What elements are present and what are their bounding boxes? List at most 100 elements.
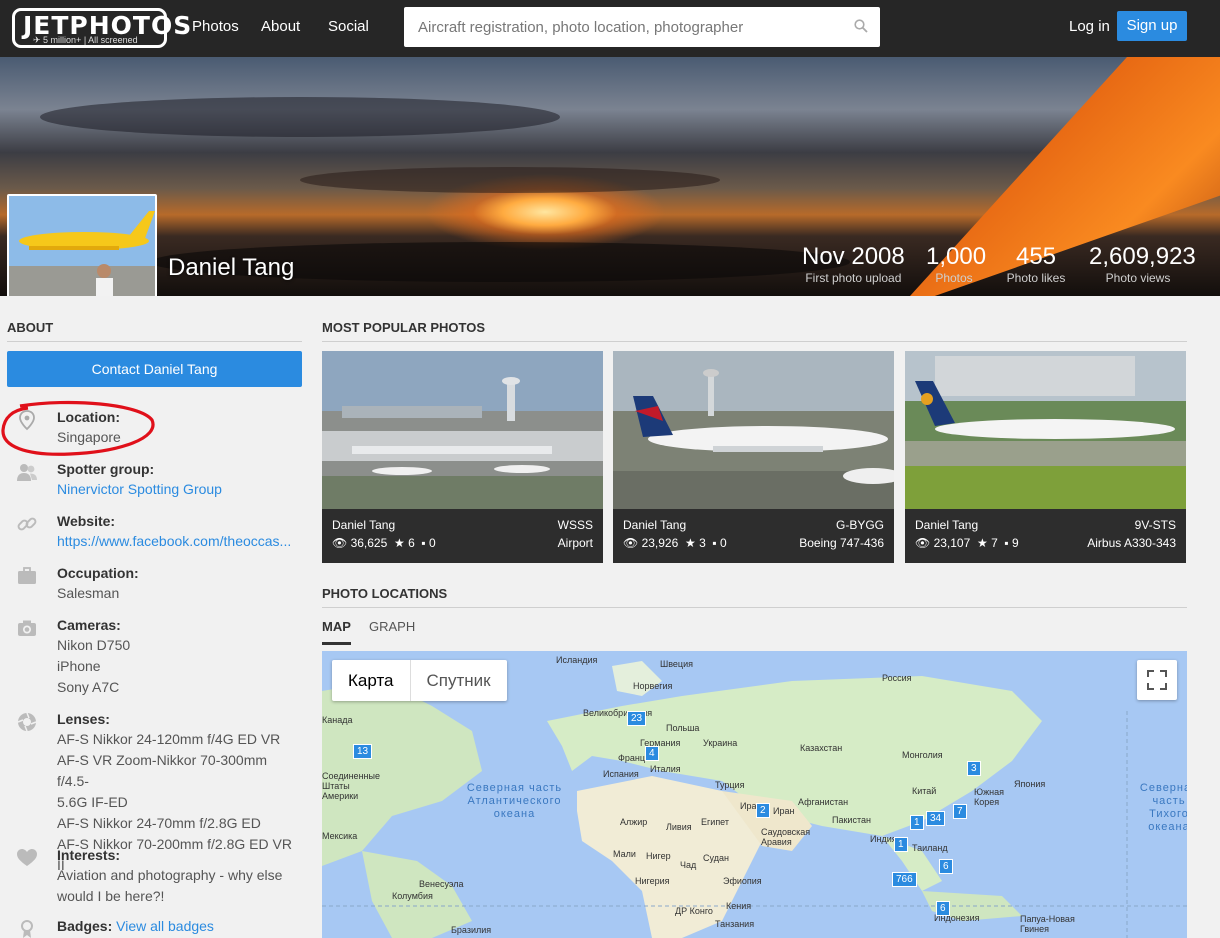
map-label: Италия [650,764,681,774]
map-label: Польша [666,723,700,733]
map-type-satellite[interactable]: Спутник [409,660,507,701]
fullscreen-button[interactable] [1137,660,1177,700]
photo-subtitle[interactable]: Airport [558,536,593,550]
map-label: Турция [715,780,745,790]
map-label: Испания [603,769,639,779]
map-label: Египет [701,817,730,827]
interests-text: Aviation and photography - why else woul… [57,865,302,907]
ocean-label: Северная часть Атлантического океана [466,782,563,820]
map-type-map[interactable]: Карта [332,660,410,701]
map-cluster-marker[interactable]: 766 [892,872,917,887]
top-navbar: JETPHOTOS ✈ 5 million+ | All screened Ph… [0,0,1220,57]
map-label: Афганистан [798,797,849,807]
map-label: Исландия [556,655,598,665]
map-cluster-marker[interactable]: 13 [353,744,373,759]
heart-icon [17,849,37,866]
map-cluster-marker[interactable]: 2 [756,803,770,818]
occupation-value: Salesman [57,585,120,601]
map-pin-icon [19,410,35,431]
ocean-label: Северная часть Тихого океана [1139,782,1187,833]
comment-icon: ▪ [421,536,426,550]
location-label: Location: [57,409,120,425]
map-cluster-marker[interactable]: 6 [939,859,953,874]
photo-code[interactable]: 9V-STS [1135,518,1176,532]
map-label: Бразилия [451,925,492,935]
map-label: Саудовская Аравия [761,827,811,847]
view-badges-link[interactable]: View all badges [116,918,214,934]
map-label: Индия [870,834,897,844]
photo-card[interactable]: Daniel Tang WSSS 👁 36,625 ★ 6 ▪ 0 Airpor… [322,351,603,563]
photo-card[interactable]: Daniel Tang G-BYGG 👁 23,926 ★ 3 ▪ 0 Boei… [613,351,894,563]
map-label: Россия [882,673,912,683]
photo-photographer[interactable]: Daniel Tang [332,518,395,532]
map-label: Ливия [666,822,692,832]
nav-about[interactable]: About [261,18,300,35]
map-label: Нигер [646,851,671,861]
photo-airbus-a330 [905,351,1186,509]
tab-graph[interactable]: GRAPH [369,619,415,634]
search-input[interactable] [404,7,844,47]
map-cluster-marker[interactable]: 6 [936,901,950,916]
spotter-group-link[interactable]: Ninervictor Spotting Group [57,479,222,500]
tab-map[interactable]: MAP [322,619,351,645]
map-label: Китай [912,786,937,796]
map-label: Колумбия [392,891,433,901]
map-cluster-marker[interactable]: 1 [894,837,908,852]
map-label: Таиланд [912,843,948,853]
photo-subtitle[interactable]: Boeing 747-436 [799,536,884,550]
interests-line: Aviation and photography - why else [57,867,283,883]
search-box [404,7,880,47]
eye-icon: 👁 [915,536,931,550]
cloud-band [300,167,720,193]
map-cluster-marker[interactable]: 7 [953,804,967,819]
photo-locations-map[interactable]: Карта Спутник Исландия Швеция Норвегия Р… [322,651,1187,938]
jetphotos-logo[interactable]: JETPHOTOS ✈ 5 million+ | All screened [12,8,191,48]
photo-subtitle[interactable]: Airbus A330-343 [1087,536,1176,550]
website-link[interactable]: https://www.facebook.com/theoccas... [57,531,302,552]
map-label: Казахстан [800,743,843,753]
briefcase-icon [18,567,36,584]
map-label: Канада [322,715,353,725]
map-label: Алжир [620,817,648,827]
signup-button[interactable]: Sign up [1117,11,1187,41]
nav-social[interactable]: Social [328,18,369,35]
logo-tagline: ✈ 5 million+ | All screened [33,35,138,45]
occupation-label: Occupation: [57,565,139,581]
photo-photographer[interactable]: Daniel Tang [623,518,686,532]
photo-stats: 👁 23,926 ★ 3 ▪ 0 [623,536,727,550]
photo-stats: 👁 23,107 ★ 7 ▪ 9 [915,536,1019,550]
map-type-control: Карта Спутник [332,660,507,701]
cameras-list: Nikon D750 iPhone Sony A7C [57,635,130,698]
badge-icon [21,920,33,938]
map-label: Папуа-Новая Гвинея [1020,914,1075,934]
photo-airport [322,351,603,509]
contact-button[interactable]: Contact Daniel Tang [7,351,302,387]
map-label: Япония [1014,779,1046,789]
search-icon[interactable] [854,19,868,33]
photo-code[interactable]: WSSS [558,518,593,532]
avatar [7,194,157,296]
map-cluster-marker[interactable]: 23 [627,711,647,726]
map-label: Эфиопия [723,876,762,886]
photo-card[interactable]: Daniel Tang 9V-STS 👁 23,107 ★ 7 ▪ 9 Airb… [905,351,1186,563]
photo-info: Daniel Tang 9V-STS 👁 23,107 ★ 7 ▪ 9 Airb… [905,509,1186,563]
spotter-group-label: Spotter group: [57,461,155,477]
stat-photos: 1,000 Photos [926,243,987,285]
map-cluster-marker[interactable]: 1 [910,815,924,830]
login-link[interactable]: Log in [1069,18,1110,35]
map-label: Мексика [322,831,358,841]
map-label: Нигерия [635,876,670,886]
photo-photographer[interactable]: Daniel Tang [915,518,978,532]
camera-item: Nikon D750 [57,637,131,653]
locations-heading: PHOTO LOCATIONS [322,586,1187,608]
nav-photos[interactable]: Photos [192,18,239,35]
avatar-photo [9,196,155,296]
eye-icon: 👁 [332,536,348,550]
map-cluster-marker[interactable]: 4 [645,746,659,761]
map-cluster-marker[interactable]: 3 [967,761,981,776]
photo-code[interactable]: G-BYGG [836,518,884,532]
camera-item: Sony A7C [57,679,120,695]
photo-stats: 👁 36,625 ★ 6 ▪ 0 [332,536,436,550]
map-label: Монголия [902,750,943,760]
map-cluster-marker[interactable]: 34 [926,811,946,826]
